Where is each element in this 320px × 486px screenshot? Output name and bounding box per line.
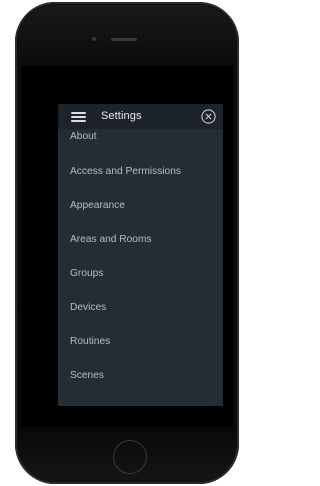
- page-title: Settings: [101, 110, 142, 122]
- phone-screen: Settings About Access and Permissions Ap…: [21, 66, 233, 427]
- menu-item-areas-and-rooms[interactable]: Areas and Rooms: [58, 230, 223, 264]
- phone-frame: Settings About Access and Permissions Ap…: [15, 2, 239, 484]
- menu-item-devices[interactable]: Devices: [58, 298, 223, 332]
- menu-item-appearance[interactable]: Appearance: [58, 196, 223, 230]
- settings-header: Settings: [58, 104, 223, 129]
- earpiece-speaker: [111, 38, 137, 41]
- menu-item-scenes[interactable]: Scenes: [58, 366, 223, 400]
- settings-panel: Settings About Access and Permissions Ap…: [58, 104, 223, 406]
- menu-item-about[interactable]: About: [58, 130, 223, 162]
- menu-item-routines[interactable]: Routines: [58, 332, 223, 366]
- hamburger-icon[interactable]: [71, 111, 86, 122]
- home-button[interactable]: [113, 440, 147, 474]
- menu-item-groups[interactable]: Groups: [58, 264, 223, 298]
- close-icon[interactable]: [201, 109, 216, 124]
- menu-item-access-and-permissions[interactable]: Access and Permissions: [58, 162, 223, 196]
- front-camera: [92, 37, 96, 41]
- settings-menu-list: About Access and Permissions Appearance …: [58, 130, 223, 400]
